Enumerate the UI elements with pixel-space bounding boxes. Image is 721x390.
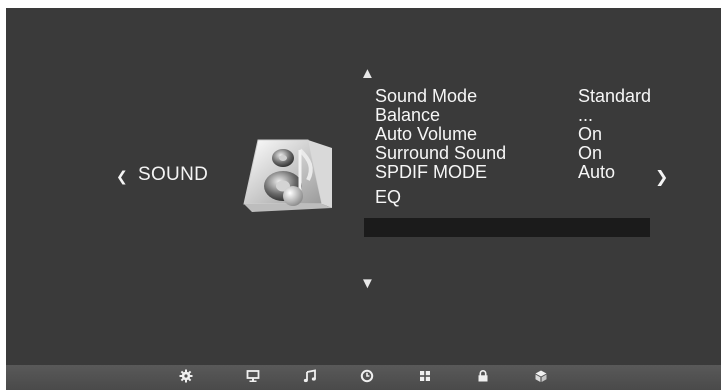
menu-item-value: Standard: [578, 86, 652, 106]
menu-item-eq[interactable]: EQ: [364, 184, 654, 210]
scroll-down-arrow[interactable]: ▼: [360, 276, 375, 291]
menu-item-sound-mode[interactable]: Sound Mode Standard: [364, 86, 654, 106]
menu-item-surround-sound[interactable]: Surround Sound On: [364, 143, 654, 163]
menu-item-label: EQ: [375, 187, 402, 207]
next-section-arrow[interactable]: ❯: [655, 167, 668, 187]
cube-icon[interactable]: [534, 369, 548, 383]
section-title: SOUND: [138, 164, 209, 185]
menu-item-value: On: [578, 124, 603, 144]
speaker-music-icon: [243, 139, 332, 212]
monitor-icon[interactable]: [246, 369, 260, 383]
tv-screen: ❮ SOUND ▲ Sound Mode Standard Balance ..…: [0, 0, 721, 390]
music-note-icon[interactable]: [303, 369, 317, 383]
menu-item-value: ...: [578, 105, 594, 125]
gear-icon[interactable]: [179, 369, 193, 383]
grid-icon[interactable]: [418, 369, 432, 383]
menu-item-label: SPDIF MODE: [375, 162, 488, 182]
menu-item-label: Surround Sound: [375, 143, 507, 163]
menu-item-spdif-mode[interactable]: SPDIF MODE Auto: [364, 162, 654, 182]
scroll-up-arrow[interactable]: ▲: [360, 66, 375, 81]
menu-item-label: Auto Volume: [375, 124, 478, 144]
menu-item-value: On: [578, 143, 603, 163]
menu-item-value: Auto: [578, 162, 616, 182]
lock-icon[interactable]: [476, 369, 490, 383]
menu-item-label: Sound Mode: [375, 86, 478, 106]
clock-icon[interactable]: [360, 369, 374, 383]
menu-tab-bar: [6, 365, 721, 390]
menu-item-label: Balance: [375, 105, 441, 125]
sound-menu: Sound Mode Standard Balance ... Auto Vol…: [364, 86, 654, 210]
selection-highlight: [364, 218, 650, 237]
prev-section-arrow[interactable]: ❮: [116, 168, 128, 185]
menu-item-auto-volume[interactable]: Auto Volume On: [364, 124, 654, 144]
menu-item-balance[interactable]: Balance ...: [364, 105, 654, 125]
